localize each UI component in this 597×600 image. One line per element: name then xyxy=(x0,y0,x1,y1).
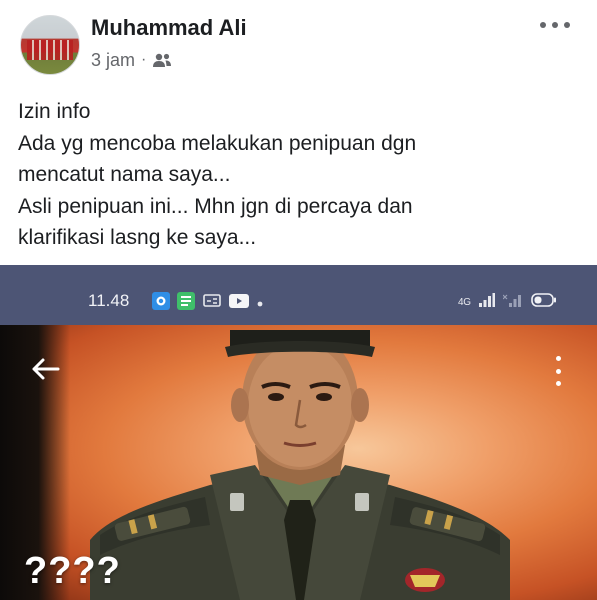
signal-icon xyxy=(478,293,495,312)
more-vertical-icon[interactable] xyxy=(552,356,564,386)
post-text-line: Ada yg mencoba melakukan penipuan dgn xyxy=(18,131,417,155)
image-caption: ???? xyxy=(24,550,121,592)
friends-icon[interactable] xyxy=(152,52,172,68)
timestamp[interactable]: 3 jam xyxy=(91,50,135,71)
cast-icon xyxy=(202,293,222,314)
battery-icon xyxy=(530,293,557,312)
avatar[interactable] xyxy=(20,15,80,75)
more-dot xyxy=(564,22,570,28)
phone-status-bar: 11.48 4G xyxy=(0,265,597,325)
post-text-line: klarifikasi lasng ke saya... xyxy=(18,226,257,249)
green-app-icon xyxy=(177,292,195,315)
dot-icon xyxy=(256,295,264,313)
post-text-line: Asli penipuan ini... Mhn jgn di percaya … xyxy=(18,194,413,218)
avatar-group-figures-row2 xyxy=(27,50,73,60)
status-time: 11.48 xyxy=(88,291,130,310)
post-header: Muhammad Ali 3 jam · xyxy=(0,0,597,80)
avatar-group-figures xyxy=(27,40,73,50)
facebook-post: Muhammad Ali 3 jam · Izin info Ada yg me… xyxy=(0,0,597,600)
post-text-line: mencatut nama saya... xyxy=(18,163,231,186)
post-meta: 3 jam · xyxy=(91,48,172,72)
kebab-dot xyxy=(555,356,561,361)
author-name[interactable]: Muhammad Ali xyxy=(91,15,247,41)
more-dot xyxy=(540,22,546,28)
kebab-dot xyxy=(555,381,561,386)
kebab-dot xyxy=(555,368,561,374)
arrow-left-icon[interactable] xyxy=(30,357,60,386)
post-body-text: Izin info Ada yg mencoba melakukan penip… xyxy=(18,96,583,254)
more-horizontal-icon[interactable] xyxy=(540,14,570,36)
network-type-label: 4G xyxy=(458,297,471,308)
more-dot xyxy=(552,22,558,28)
post-text-line: Izin info xyxy=(18,100,91,123)
no-signal-icon xyxy=(502,293,523,312)
youtube-icon xyxy=(229,294,249,313)
camera-app-icon xyxy=(152,292,170,315)
meta-separator: · xyxy=(141,51,147,68)
shared-screenshot-image[interactable]: 11.48 4G ???? xyxy=(0,265,597,600)
uniformed-man-photo xyxy=(90,330,510,600)
system-status-icons: 4G xyxy=(458,293,557,312)
notification-icons xyxy=(152,292,264,315)
